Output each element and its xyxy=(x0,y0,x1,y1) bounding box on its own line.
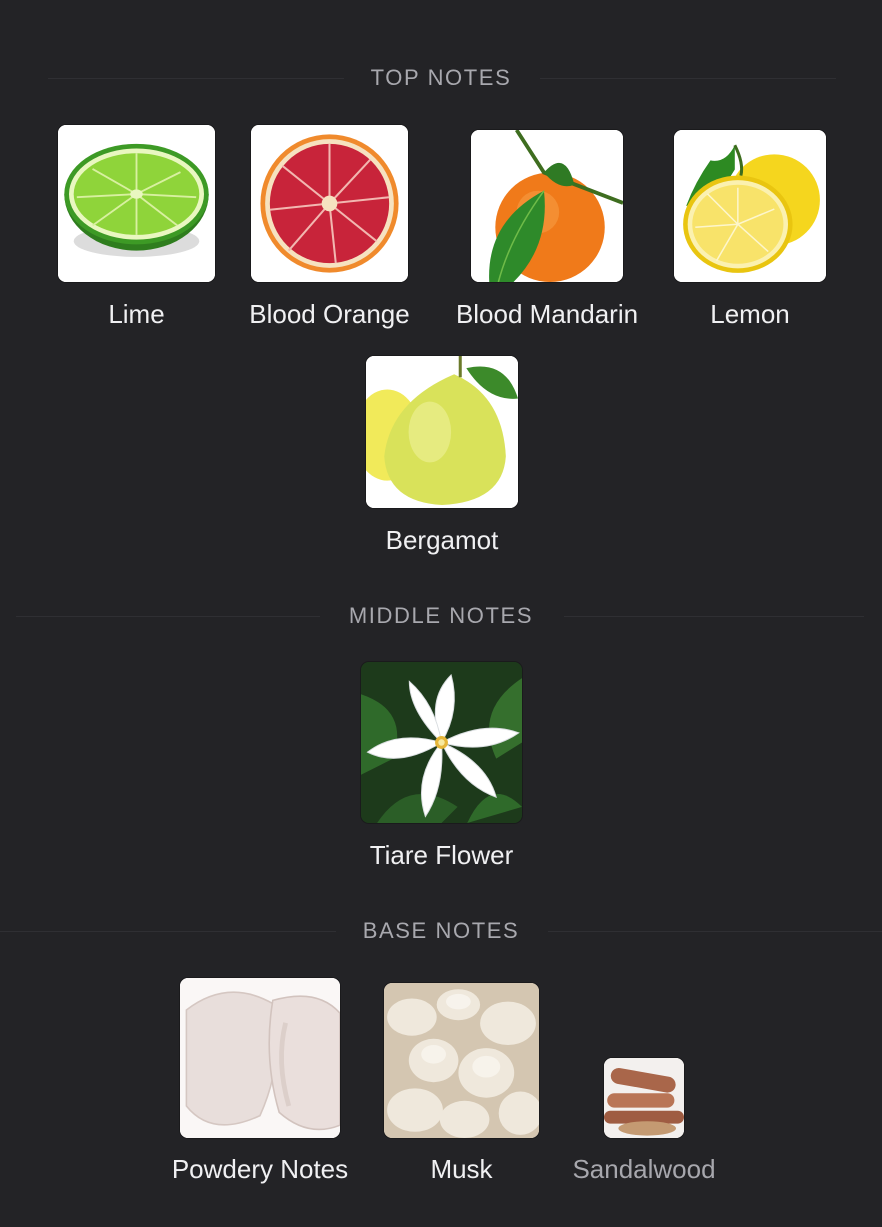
section-title: TOP NOTES xyxy=(346,65,536,91)
divider xyxy=(564,616,864,617)
section-title: MIDDLE NOTES xyxy=(324,603,558,629)
note-bergamot[interactable]: Bergamot xyxy=(366,356,518,555)
note-label: Bergamot xyxy=(385,525,499,555)
middle-notes-header: MIDDLE NOTES xyxy=(0,596,882,636)
blood-mandarin-icon xyxy=(471,130,623,282)
lime-icon xyxy=(58,125,215,282)
note-lemon[interactable]: Lemon xyxy=(674,130,826,329)
note-label: Lemon xyxy=(710,299,790,329)
musk-icon xyxy=(384,983,539,1138)
note-sandalwood[interactable]: Sandalwood xyxy=(572,1058,716,1184)
base-notes-header: BASE NOTES xyxy=(0,911,882,951)
note-label: Blood Orange xyxy=(249,299,410,329)
note-powdery-notes[interactable]: Powdery Notes xyxy=(172,978,348,1184)
note-label: Blood Mandarin xyxy=(455,299,639,329)
note-blood-mandarin[interactable]: Blood Mandarin xyxy=(456,130,638,329)
divider xyxy=(540,78,836,79)
note-label: Sandalwood xyxy=(572,1154,716,1184)
note-label: Powdery Notes xyxy=(171,1154,349,1184)
divider xyxy=(548,931,882,932)
note-label: Musk xyxy=(430,1154,493,1184)
note-lime[interactable]: Lime xyxy=(58,125,215,329)
top-notes-header: TOP NOTES xyxy=(0,58,882,98)
blood-orange-icon xyxy=(251,125,408,282)
note-blood-orange[interactable]: Blood Orange xyxy=(249,125,410,329)
note-musk[interactable]: Musk xyxy=(384,983,539,1184)
tiare-flower-icon xyxy=(361,662,522,823)
section-title: BASE NOTES xyxy=(338,918,544,944)
note-tiare-flower[interactable]: Tiare Flower xyxy=(361,662,522,870)
divider xyxy=(0,931,336,932)
note-label: Tiare Flower xyxy=(369,840,514,870)
powder-icon xyxy=(180,978,340,1138)
note-label: Lime xyxy=(108,299,165,329)
divider xyxy=(48,78,344,79)
lemon-icon xyxy=(674,130,826,282)
sandalwood-icon xyxy=(604,1058,684,1138)
bergamot-icon xyxy=(366,356,518,508)
divider xyxy=(16,616,320,617)
